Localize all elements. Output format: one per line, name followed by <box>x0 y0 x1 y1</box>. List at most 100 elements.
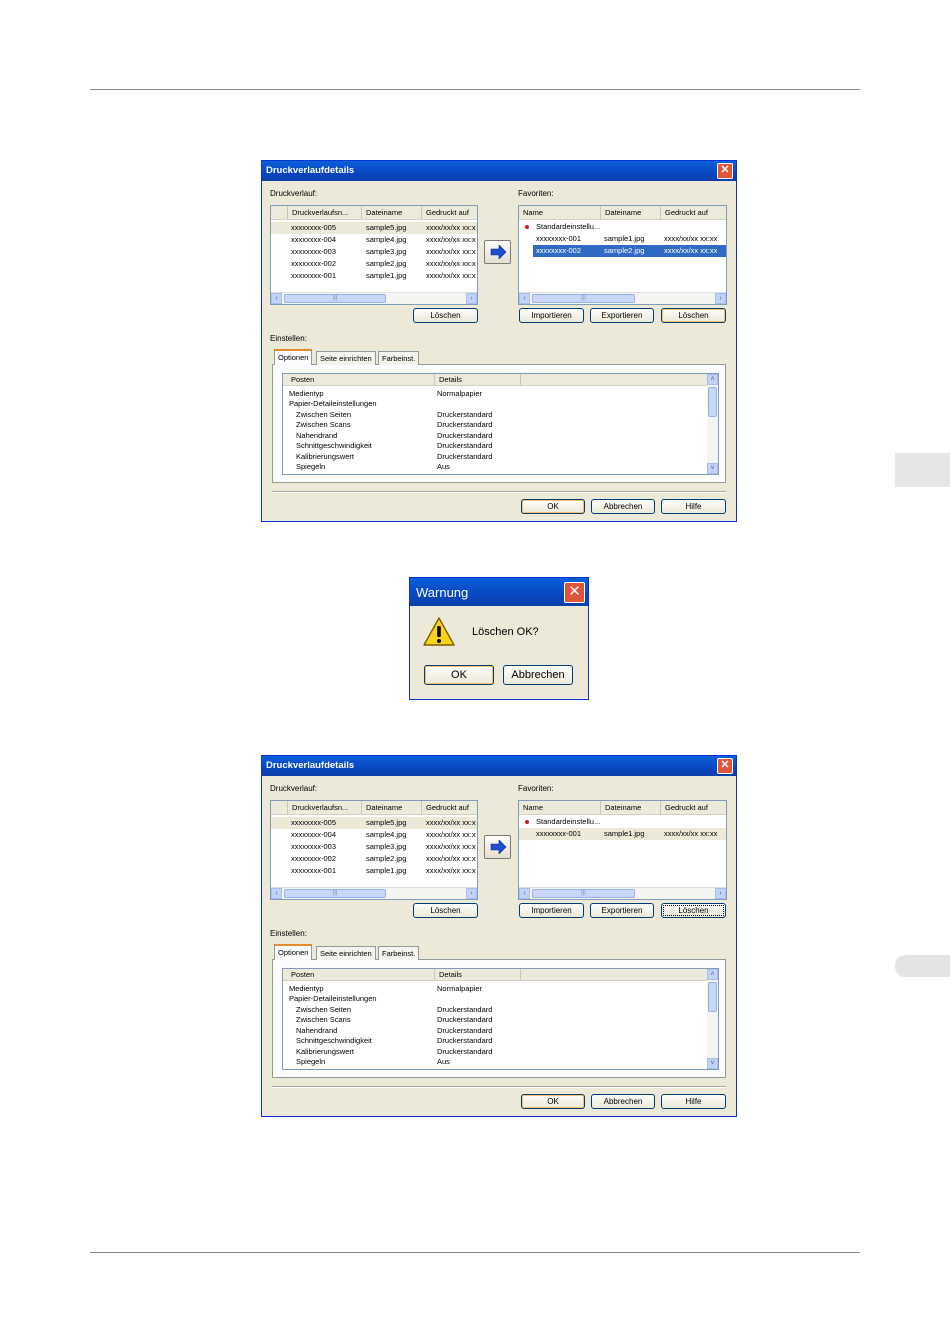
column-header[interactable]: Gedruckt auf <box>422 206 477 219</box>
tab-page-setup[interactable]: Seite einrichten <box>316 351 376 365</box>
column-header[interactable]: Gedruckt auf <box>661 206 726 219</box>
history-list[interactable]: Druckverlaufsn... Dateiname Gedruckt auf… <box>270 205 478 305</box>
horizontal-scrollbar[interactable]: ‹ ||| › <box>271 292 477 304</box>
close-icon[interactable]: ✕ <box>564 582 585 603</box>
scroll-thumb[interactable]: ||| <box>532 294 635 303</box>
favorites-row[interactable]: xxxxxxxx-001 sample1.jpg xxxx/xx/xx xx:xx <box>519 233 726 245</box>
tab-options[interactable]: Optionen <box>274 349 313 365</box>
settings-label: Einstellen: <box>270 334 307 343</box>
favorites-row[interactable]: Standardeinstellu... <box>519 816 726 828</box>
column-header[interactable]: Details <box>435 374 521 385</box>
history-row[interactable]: xxxxxxxx-001 sample1.jpg xxxx/xx/xx xx:xx <box>271 865 477 877</box>
history-row[interactable]: xxxxxxxx-003 sample3.jpg xxxx/xx/xx xx:xx <box>271 246 477 258</box>
tab-color-settings[interactable]: Farbeinst. <box>378 946 420 960</box>
column-header[interactable]: Dateiname <box>601 206 661 219</box>
add-to-favorites-button[interactable] <box>484 835 511 859</box>
row-file: sample3.jpg <box>366 842 407 851</box>
options-list[interactable]: Posten Details Medientyp Normalpapier Pa… <box>282 373 719 475</box>
history-row[interactable]: xxxxxxxx-004 sample4.jpg xxxx/xx/xx xx:xx <box>271 234 477 246</box>
row-file: sample5.jpg <box>366 223 407 232</box>
arrow-right-icon <box>490 245 507 259</box>
favorites-row-selected[interactable]: xxxxxxxx-002 sample2.jpg xxxx/xx/xx xx:xx <box>519 245 726 257</box>
scroll-down-icon[interactable]: ˅ <box>707 463 718 474</box>
column-header[interactable]: Posten <box>283 969 435 980</box>
options-list[interactable]: Posten Details Medientyp Normalpapier Pa… <box>282 968 719 1070</box>
row-date: xxxx/xx/xx xx:xx <box>426 223 476 232</box>
warning-cancel-button[interactable]: Abbrechen <box>503 665 573 685</box>
column-header[interactable]: Dateiname <box>362 206 422 219</box>
favorites-delete-button[interactable]: Löschen <box>661 308 726 323</box>
scroll-right-icon[interactable]: › <box>466 888 477 899</box>
scroll-up-icon[interactable]: ˄ <box>707 969 718 980</box>
column-header[interactable]: Details <box>435 969 521 980</box>
scroll-up-icon[interactable]: ˄ <box>707 374 718 385</box>
ok-button[interactable]: OK <box>521 1094 585 1109</box>
scroll-left-icon[interactable]: ‹ <box>271 888 282 899</box>
tab-options[interactable]: Optionen <box>274 944 313 960</box>
horizontal-scrollbar[interactable]: ‹ ||| › <box>271 887 477 899</box>
favorites-row[interactable]: Standardeinstellu... <box>519 221 726 233</box>
export-button[interactable]: Exportieren <box>590 903 654 918</box>
scroll-left-icon[interactable]: ‹ <box>519 888 530 899</box>
favorites-list[interactable]: Name Dateiname Gedruckt auf Standardeins… <box>518 800 727 900</box>
scroll-thumb[interactable]: ||| <box>284 889 386 898</box>
close-icon[interactable]: ✕ <box>717 758 733 774</box>
scroll-left-icon[interactable]: ‹ <box>271 293 282 304</box>
row-date: xxxx/xx/xx xx:xx <box>426 854 476 863</box>
import-button[interactable]: Importieren <box>519 903 584 918</box>
column-header[interactable]: Druckverlaufsn... <box>288 206 362 219</box>
history-list[interactable]: Druckverlaufsn... Dateiname Gedruckt auf… <box>270 800 478 900</box>
history-row[interactable]: xxxxxxxx-005 sample5.jpg xxxx/xx/xx xx:xx <box>271 817 477 829</box>
close-icon[interactable]: ✕ <box>717 163 733 179</box>
tab-page-setup[interactable]: Seite einrichten <box>316 946 376 960</box>
cancel-button[interactable]: Abbrechen <box>591 499 655 514</box>
history-delete-button[interactable]: Löschen <box>413 903 478 918</box>
help-button[interactable]: Hilfe <box>661 499 726 514</box>
scroll-thumb[interactable] <box>708 387 717 417</box>
row-date: xxxx/xx/xx xx:xx <box>661 245 726 257</box>
ok-button[interactable]: OK <box>521 499 585 514</box>
history-row[interactable]: xxxxxxxx-003 sample3.jpg xxxx/xx/xx xx:xx <box>271 841 477 853</box>
column-header[interactable]: Druckverlaufsn... <box>288 801 362 814</box>
history-row[interactable]: xxxxxxxx-004 sample4.jpg xxxx/xx/xx xx:xx <box>271 829 477 841</box>
export-button[interactable]: Exportieren <box>590 308 654 323</box>
scroll-down-icon[interactable]: ˅ <box>707 1058 718 1069</box>
vertical-scrollbar[interactable]: ˄ ˅ <box>707 374 718 474</box>
history-row[interactable]: xxxxxxxx-001 sample1.jpg xxxx/xx/xx xx:xx <box>271 270 477 282</box>
favorites-delete-button[interactable]: Löschen <box>661 903 726 918</box>
row-date: xxxx/xx/xx xx:xx <box>426 271 476 280</box>
import-button[interactable]: Importieren <box>519 308 584 323</box>
help-button[interactable]: Hilfe <box>661 1094 726 1109</box>
column-header[interactable]: Dateiname <box>601 801 661 814</box>
scroll-thumb[interactable] <box>708 982 717 1012</box>
scroll-thumb[interactable]: ||| <box>284 294 386 303</box>
warning-ok-button[interactable]: OK <box>424 665 494 685</box>
column-header[interactable]: Gedruckt auf <box>422 801 477 814</box>
scroll-left-icon[interactable]: ‹ <box>519 293 530 304</box>
option-value: Druckerstandard <box>437 452 493 461</box>
history-row[interactable]: xxxxxxxx-002 sample2.jpg xxxx/xx/xx xx:xx <box>271 853 477 865</box>
vertical-scrollbar[interactable]: ˄ ˅ <box>707 969 718 1069</box>
scroll-right-icon[interactable]: › <box>715 293 726 304</box>
favorites-list[interactable]: Name Dateiname Gedruckt auf Standardeins… <box>518 205 727 305</box>
row-name: xxxxxxxx-001 <box>291 866 337 875</box>
column-header[interactable]: Posten <box>283 374 435 385</box>
column-header[interactable]: Name <box>519 801 601 814</box>
horizontal-scrollbar[interactable]: ‹ ||| › <box>519 887 726 899</box>
tab-color-settings[interactable]: Farbeinst. <box>378 351 420 365</box>
scroll-right-icon[interactable]: › <box>715 888 726 899</box>
history-delete-button[interactable]: Löschen <box>413 308 478 323</box>
horizontal-scrollbar[interactable]: ‹ ||| › <box>519 292 726 304</box>
cancel-button[interactable]: Abbrechen <box>591 1094 655 1109</box>
favorites-row-selected[interactable]: xxxxxxxx-001 sample1.jpg xxxx/xx/xx xx:xx <box>519 828 726 840</box>
column-header[interactable]: Dateiname <box>362 801 422 814</box>
add-to-favorites-button[interactable] <box>484 240 511 264</box>
column-header[interactable]: Name <box>519 206 601 219</box>
scroll-thumb[interactable]: ||| <box>532 889 635 898</box>
history-row[interactable]: xxxxxxxx-002 sample2.jpg xxxx/xx/xx xx:xx <box>271 258 477 270</box>
scroll-right-icon[interactable]: › <box>466 293 477 304</box>
history-row[interactable]: xxxxxxxx-005 sample5.jpg xxxx/xx/xx xx:xx <box>271 222 477 234</box>
column-header[interactable]: Gedruckt auf <box>661 801 726 814</box>
option-value: Druckerstandard <box>437 420 493 429</box>
option-name: Nahendrand <box>296 1026 338 1035</box>
